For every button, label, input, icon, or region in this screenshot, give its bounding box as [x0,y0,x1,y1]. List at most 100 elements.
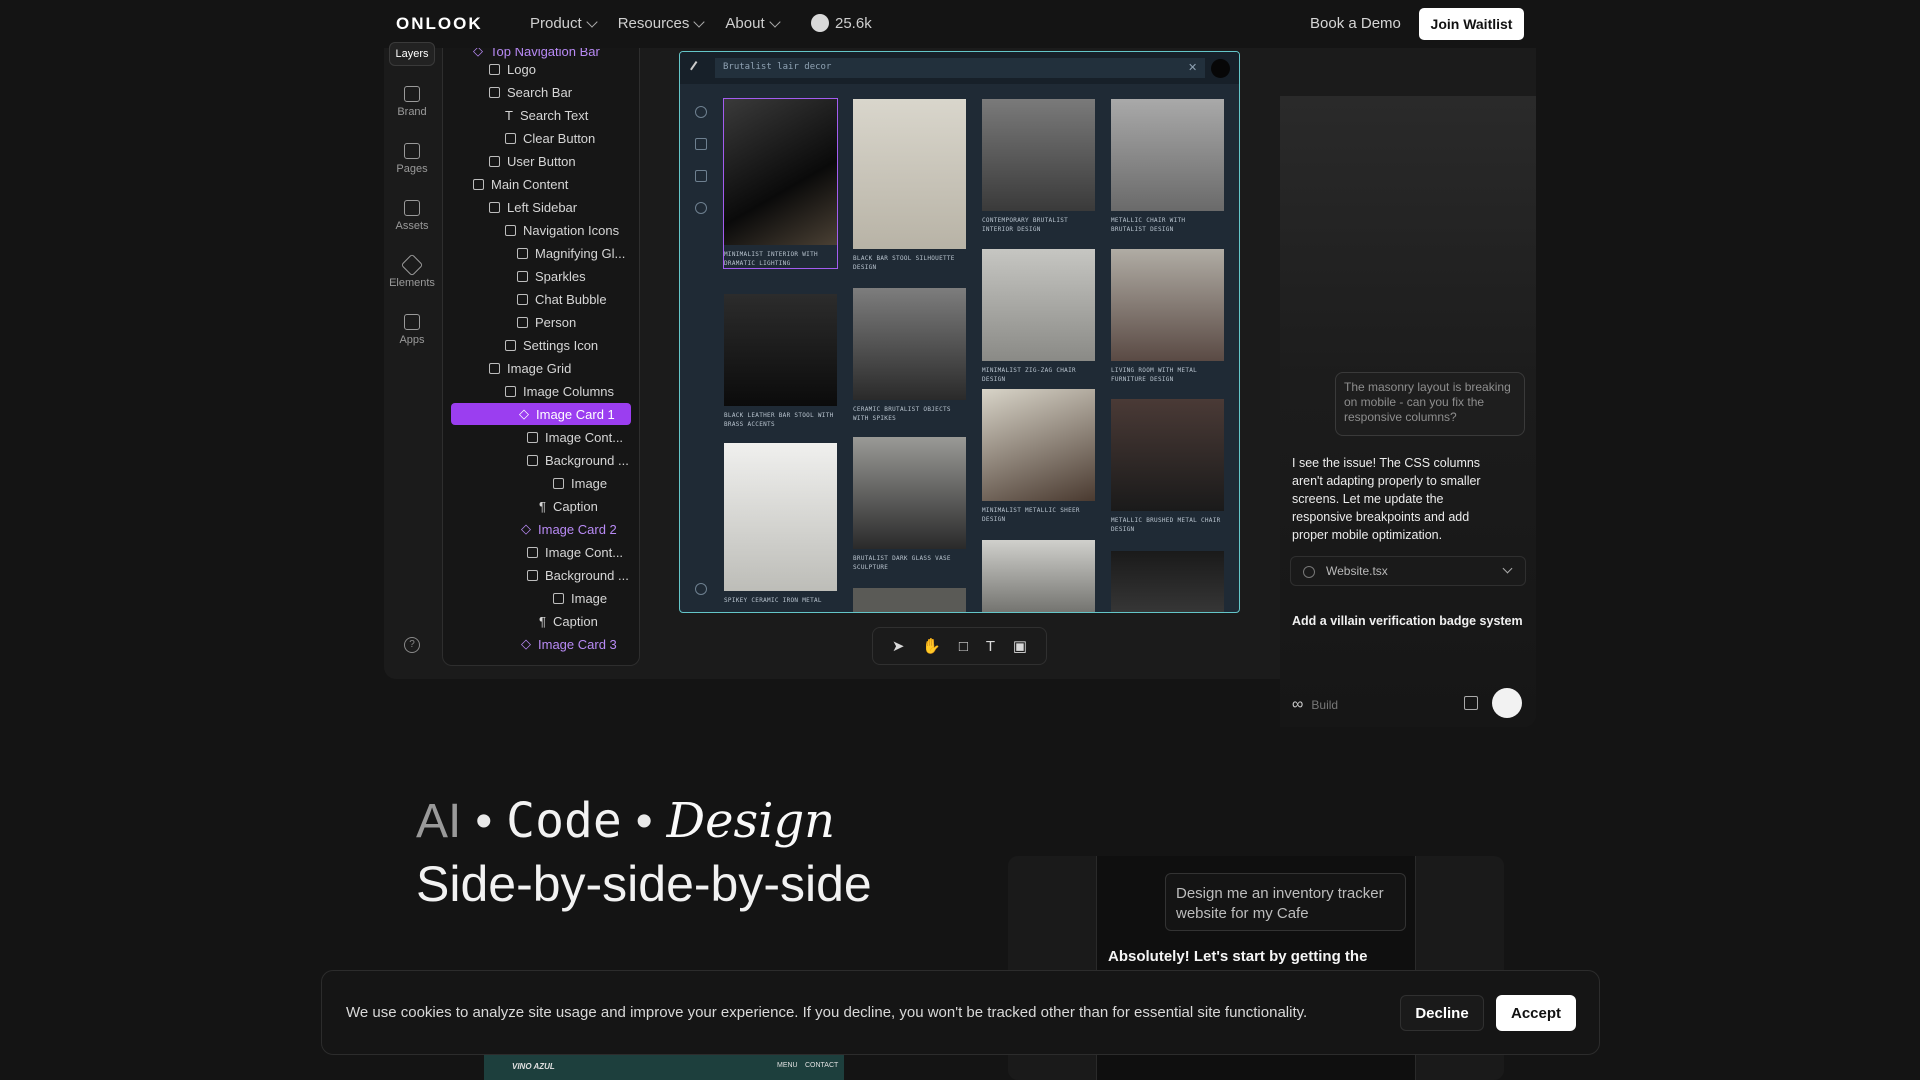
text-tool-icon[interactable]: T [986,638,995,655]
nav-resources[interactable]: Resources [617,15,706,32]
layer-item[interactable]: Chat Bubble [517,288,607,310]
nav-product[interactable]: Product [530,15,598,32]
image-card[interactable]: CERAMIC BRUTALIST OBJECTS WITH SPIKES [853,288,966,423]
help-icon[interactable]: ? [404,637,420,653]
image-card[interactable]: BLACK BAR STOOL SILHOUETTE DESIGN [853,99,966,272]
home-icon[interactable] [695,138,707,150]
left-rail: Layers Brand Pages Assets Elements Apps … [384,42,440,679]
layer-item[interactable]: Background ... [527,449,629,471]
image-card[interactable] [982,540,1095,612]
layer-item[interactable]: Background ... [527,564,629,586]
layers-tab[interactable]: Layers [389,42,435,66]
layer-item[interactable]: Main Content [473,173,568,195]
bell-icon[interactable] [695,202,707,214]
layer-item[interactable]: Magnifying Gl... [517,242,625,264]
close-icon[interactable]: ✕ [1188,61,1197,74]
frame-icon [505,339,516,351]
chat-bubble-icon[interactable] [695,170,707,182]
layer-item[interactable]: Image Grid [489,357,571,379]
decline-button[interactable]: Decline [1400,995,1484,1031]
image-card[interactable]: LIVING ROOM WITH METAL FURNITURE DESIGN [1111,249,1224,384]
layer-item-label: Image Columns [523,383,615,399]
layer-item[interactable]: Person [517,311,576,333]
nav-resources-label: Resources [617,15,690,32]
site-preview-header: VINO AZUL MENU CONTACT [484,1055,844,1080]
cookie-text: We use cookies to analyze site usage and… [346,1004,1308,1021]
layer-item[interactable]: Search Bar [489,81,572,103]
image-card[interactable]: MINIMALIST METALLIC SHEER DESIGN [982,389,1095,524]
layer-item[interactable]: ◇ Image Card 3 [521,633,617,655]
avatar[interactable] [1211,59,1230,78]
nav-about[interactable]: About [725,15,781,32]
rail-elements[interactable]: Elements [384,253,440,289]
layer-item[interactable]: T Search Text [505,104,588,126]
layer-item-label: Image Grid [507,360,572,376]
cursor-icon[interactable]: ➤ [892,637,905,655]
image-card[interactable] [1111,551,1224,612]
layer-item-selected[interactable]: ◇ Image Card 1 [451,403,631,425]
github-stars-link[interactable]: 25.6k [811,14,872,32]
layer-item-label: Caption [552,613,598,629]
image-card[interactable]: BLACK LEATHER BAR STOOL WITH BRASS ACCEN… [724,294,837,429]
layer-item[interactable]: Image Cont... [527,426,623,448]
layer-item[interactable]: Clear Button [505,127,595,149]
compass-icon[interactable] [695,106,707,118]
layer-item[interactable]: Image Columns [505,380,614,402]
card-image [982,249,1095,361]
component-icon: ◇ [521,521,531,536]
layer-item[interactable]: ◇ Image Card 2 [521,518,617,540]
layer-item-label: Image Cont... [545,429,624,445]
hand-icon[interactable]: ✋ [922,637,941,655]
layer-item[interactable]: Navigation Icons [505,219,619,241]
image-card[interactable]: MINIMALIST INTERIOR WITH DRAMATIC LIGHTI… [723,98,838,269]
canvas-frame[interactable]: Brutalist lair decor ✕ MINIMALIST INTERI… [679,51,1240,613]
chat-input[interactable]: Add a villain verification badge system [1292,614,1523,628]
chevron-down-icon [1502,563,1513,574]
layer-item[interactable]: Left Sidebar [489,196,577,218]
rail-pages-label: Pages [396,163,428,175]
layer-item[interactable]: Settings Icon [505,334,598,356]
image-attach-icon[interactable] [1464,696,1478,710]
rail-assets[interactable]: Assets [384,200,440,232]
onlook-logo[interactable]: ONLOOK [396,14,483,34]
settings-icon[interactable] [695,583,707,595]
frame-tool-icon[interactable]: □ [959,638,968,655]
card-caption: METALLIC BRUSHED METAL CHAIR DESIGN [1111,517,1221,533]
layer-item[interactable]: ¶ Caption [539,495,598,517]
canvas-search-bar[interactable]: Brutalist lair decor [715,58,1205,78]
layer-item[interactable]: Image [553,587,607,609]
file-chip[interactable]: Website.tsx [1290,556,1526,586]
nav-about-label: About [725,15,765,32]
layer-item[interactable]: Logo [489,58,536,80]
layer-item[interactable]: Sparkles [517,265,586,287]
join-waitlist-button[interactable]: Join Waitlist [1419,8,1524,40]
image-icon [517,293,528,305]
card-image [982,540,1095,612]
image-tool-icon[interactable]: ▣ [1013,637,1027,655]
rail-brand[interactable]: Brand [384,86,440,118]
image-card[interactable]: METALLIC CHAIR WITH BRUTALIST DESIGN [1111,99,1224,234]
assets-icon [404,200,420,216]
nav-menu: Product Resources About [530,15,801,32]
card-image [1111,249,1224,361]
layer-item[interactable]: User Button [489,150,576,172]
card-image [982,99,1095,211]
layer-item[interactable]: Image [553,472,607,494]
layer-item[interactable]: Image Cont... [527,541,623,563]
rail-pages[interactable]: Pages [384,143,440,175]
image-card[interactable]: SPIKEY CERAMIC IRON METAL [724,443,837,605]
image-card[interactable]: CONTEMPORARY BRUTALIST INTERIOR DESIGN [982,99,1095,234]
book-demo-link[interactable]: Book a Demo [1310,15,1401,32]
layer-item[interactable]: ¶ Caption [539,610,598,632]
image-card[interactable] [853,588,966,612]
chevron-down-icon [693,15,706,28]
rail-brand-label: Brand [397,106,427,118]
rail-apps[interactable]: Apps [384,314,440,346]
image-card[interactable]: BRUTALIST DARK GLASS VASE SCULPTURE [853,437,966,572]
accept-button[interactable]: Accept [1496,995,1576,1031]
send-button[interactable] [1492,688,1522,718]
build-mode-toggle[interactable]: ∞ Build [1292,696,1338,714]
image-card[interactable]: METALLIC BRUSHED METAL CHAIR DESIGN [1111,399,1224,534]
image-card[interactable]: MINIMALIST ZIG-ZAG CHAIR DESIGN [982,249,1095,384]
pages-icon [404,143,420,159]
